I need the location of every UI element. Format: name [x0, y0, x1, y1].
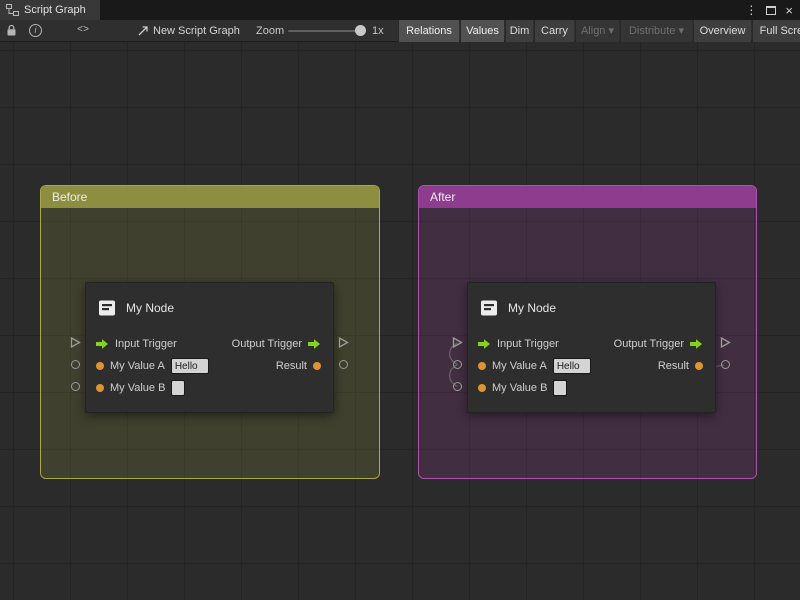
flow-in-icon[interactable]	[96, 339, 109, 349]
unit-icon	[97, 298, 117, 318]
zoom-value: 1x	[372, 20, 384, 42]
value-b-row: My Value B	[86, 377, 333, 399]
flow-out-icon[interactable]	[690, 339, 703, 349]
value-b-label: My Value B	[110, 382, 165, 394]
new-graph-icon	[137, 25, 149, 37]
dim-button[interactable]: Dim	[505, 20, 533, 42]
script-graph-window: Script Graph ⋮ × i <> New Script Graph Z…	[0, 0, 800, 600]
node-title: My Node	[126, 301, 174, 315]
graph-name-label[interactable]: New Script Graph	[153, 20, 240, 42]
zoom-label: Zoom	[256, 20, 284, 42]
value-b-input[interactable]	[171, 380, 185, 396]
input-trigger-label: Input Trigger	[115, 338, 177, 350]
value-b-input[interactable]	[553, 380, 567, 396]
carry-button[interactable]: Carry	[534, 20, 574, 42]
outer-value-b-port[interactable]	[453, 382, 462, 391]
code-view-button[interactable]: <>	[77, 20, 89, 42]
output-trigger-label: Output Trigger	[614, 338, 684, 350]
input-trigger-label: Input Trigger	[497, 338, 559, 350]
group-after-title: After	[430, 190, 455, 204]
value-a-row: My Value A Result	[86, 355, 333, 377]
value-a-port[interactable]	[96, 362, 104, 370]
close-icon[interactable]: ×	[785, 4, 793, 17]
outer-result-port[interactable]	[721, 360, 730, 369]
menu-icon[interactable]: ⋮	[745, 4, 757, 16]
unit-icon	[479, 298, 499, 318]
graph-canvas[interactable]: Before After My Node	[0, 42, 800, 600]
align-button: Align ▾	[575, 20, 619, 42]
trigger-row: Input Trigger Output Trigger	[468, 333, 715, 355]
value-b-label: My Value B	[492, 382, 547, 394]
relations-button[interactable]: Relations	[398, 20, 459, 42]
outer-flow-in-port[interactable]	[452, 337, 463, 348]
node-header[interactable]: My Node	[468, 283, 715, 333]
tab-title: Script Graph	[24, 4, 86, 16]
tab-bar: Script Graph ⋮ ×	[0, 0, 800, 20]
values-button[interactable]: Values	[460, 20, 504, 42]
outer-value-b-port[interactable]	[71, 382, 80, 391]
result-label: Result	[276, 360, 307, 372]
outer-flow-out-port[interactable]	[720, 337, 731, 348]
outer-flow-out-port[interactable]	[338, 337, 349, 348]
fullscreen-button[interactable]: Full Screen	[752, 20, 800, 42]
tab-script-graph[interactable]: Script Graph	[0, 0, 100, 20]
result-port[interactable]	[313, 362, 321, 370]
trigger-row: Input Trigger Output Trigger	[86, 333, 333, 355]
zoom-slider-handle[interactable]	[355, 25, 366, 36]
value-a-port[interactable]	[478, 362, 486, 370]
value-a-label: My Value A	[110, 360, 165, 372]
outer-value-a-port[interactable]	[453, 360, 462, 369]
value-a-label: My Value A	[492, 360, 547, 372]
node-title: My Node	[508, 301, 556, 315]
value-b-port[interactable]	[478, 384, 486, 392]
group-before-title: Before	[52, 190, 87, 204]
group-before-header[interactable]: Before	[41, 186, 379, 208]
value-a-row: My Value A Result	[468, 355, 715, 377]
node-header[interactable]: My Node	[86, 283, 333, 333]
result-port[interactable]	[695, 362, 703, 370]
outer-result-port[interactable]	[339, 360, 348, 369]
info-icon[interactable]: i	[29, 24, 42, 37]
result-label: Result	[658, 360, 689, 372]
my-node-before[interactable]: My Node Input Trigger Output Trigger My …	[85, 282, 334, 413]
lock-icon[interactable]	[6, 24, 17, 38]
flow-in-icon[interactable]	[478, 339, 491, 349]
graph-toolbar: i <> New Script Graph Zoom 1x Relations …	[0, 20, 800, 42]
outer-flow-in-port[interactable]	[70, 337, 81, 348]
window-controls: ⋮ ×	[745, 0, 800, 20]
value-a-input[interactable]	[553, 358, 591, 374]
value-b-port[interactable]	[96, 384, 104, 392]
value-a-input[interactable]	[171, 358, 209, 374]
script-graph-icon	[6, 4, 19, 16]
my-node-after[interactable]: My Node Input Trigger Output Trigger My …	[467, 282, 716, 413]
output-trigger-label: Output Trigger	[232, 338, 302, 350]
distribute-button: Distribute ▾	[620, 20, 692, 42]
outer-value-a-port[interactable]	[71, 360, 80, 369]
group-after-header[interactable]: After	[419, 186, 756, 208]
overview-button[interactable]: Overview	[693, 20, 751, 42]
flow-out-icon[interactable]	[308, 339, 321, 349]
maximize-icon[interactable]	[766, 6, 776, 15]
value-b-row: My Value B	[468, 377, 715, 399]
